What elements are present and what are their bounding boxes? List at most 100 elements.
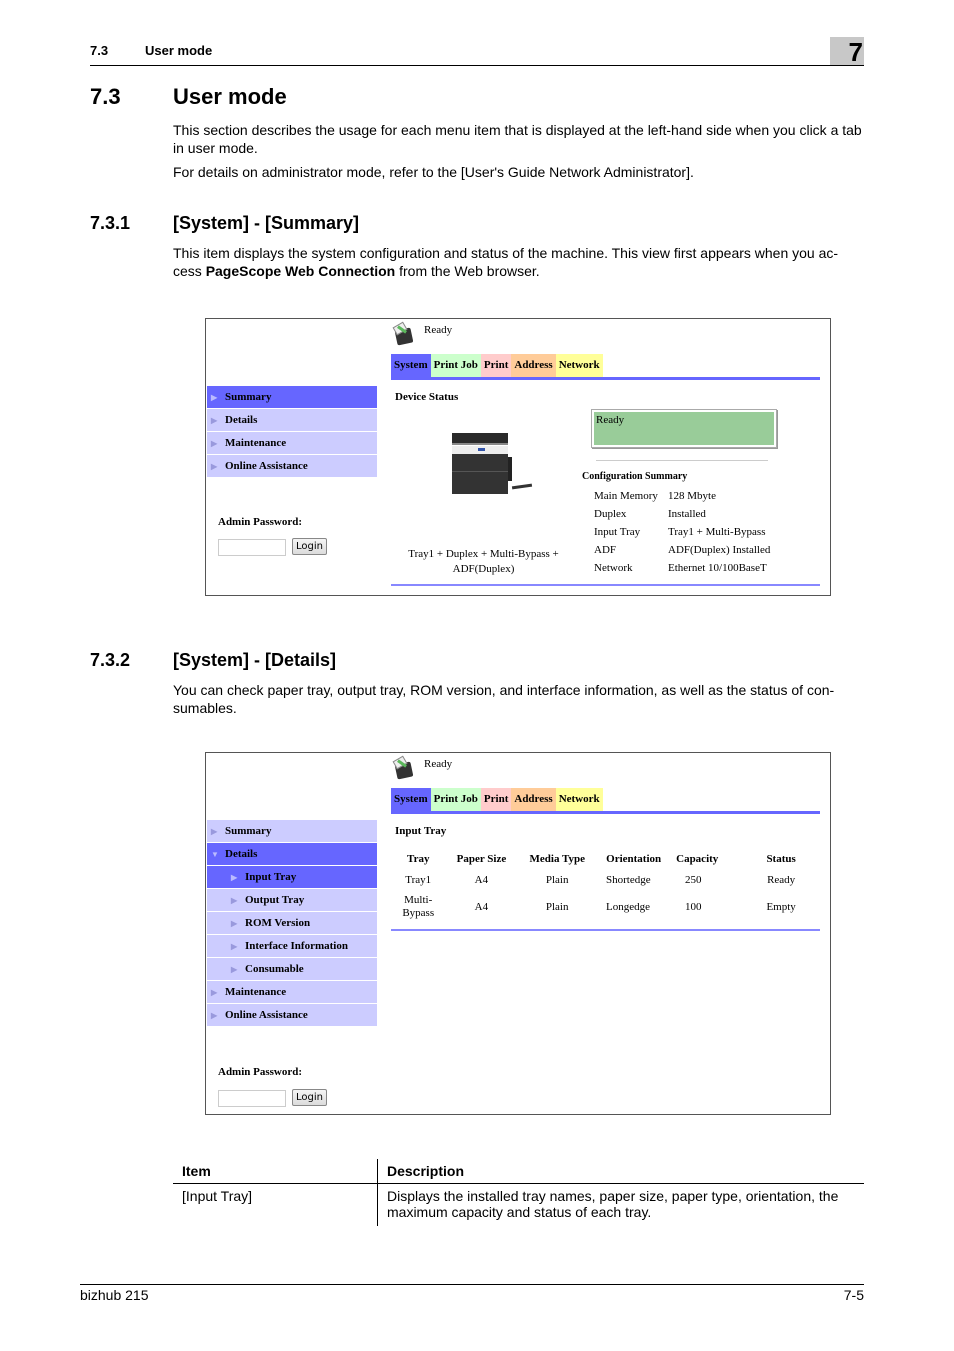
menu-item-online-assistance[interactable]: ▶ Online Assistance: [207, 1004, 377, 1026]
description-table: Item Description [Input Tray] Displays t…: [173, 1159, 864, 1226]
menu-item-consumable[interactable]: ▶ Consumable: [207, 958, 377, 980]
menu-item-summary[interactable]: ▶ Summary: [207, 820, 377, 842]
cell-tray: Multi- Bypass: [392, 894, 444, 920]
admin-password-input[interactable]: [218, 539, 286, 556]
menu-item-online-assistance[interactable]: ▶ Online Assistance: [207, 455, 377, 477]
header-section-title: User mode: [145, 43, 213, 58]
tab-system[interactable]: System: [391, 788, 431, 811]
section-number: 7.3: [90, 84, 121, 109]
column-header-item: Item: [182, 1163, 211, 1179]
menu-item-summary[interactable]: ▶ Summary: [207, 386, 377, 408]
tab-address[interactable]: Address: [511, 788, 556, 811]
status-message: Ready: [594, 412, 774, 445]
subsection-number: 7.3.1: [90, 213, 131, 233]
tab-print[interactable]: Print: [480, 354, 512, 377]
printer-status-icon: [392, 755, 416, 781]
admin-password-label: Admin Password:: [218, 516, 303, 528]
subsection-paragraph: You can check paper tray, output tray, R…: [173, 682, 835, 716]
tab-print-job[interactable]: Print Job: [430, 788, 481, 811]
table-header-row: Tray Paper Size Media Type Orientation C…: [392, 849, 820, 869]
running-header: 7.3 User mode 7: [90, 37, 864, 67]
table-row: [Input Tray] Displays the installed tray…: [173, 1184, 864, 1226]
paragraph-text: from the Web browser.: [395, 263, 540, 279]
menu-item-details[interactable]: ▼ Details: [207, 843, 377, 865]
cell-status: Ready: [767, 874, 796, 886]
config-key: ADF: [594, 544, 617, 556]
arrow-right-icon: ▶: [231, 872, 238, 882]
arrow-right-icon: ▶: [211, 1010, 218, 1020]
config-value: ADF(Duplex) Installed: [668, 544, 771, 556]
menu-item-details[interactable]: ▶ Details: [207, 409, 377, 431]
login-button[interactable]: Login: [292, 1089, 327, 1106]
details-screenshot: Ready System Print Job Print Address Net…: [205, 752, 831, 1115]
tab-network[interactable]: Network: [555, 354, 603, 377]
menu-label: Online Assistance: [225, 460, 308, 472]
caption-line: Tray1 + Duplex + Multi-Bypass +: [408, 548, 559, 560]
column-header: Status: [766, 853, 796, 865]
admin-password-label: Admin Password:: [218, 1066, 303, 1078]
input-tray-table: Tray Paper Size Media Type Orientation C…: [392, 849, 820, 923]
config-key: Duplex: [594, 508, 627, 520]
arrow-right-icon: ▶: [231, 895, 238, 905]
cell-status: Empty: [766, 901, 796, 913]
cell-media-type: Plain: [545, 874, 569, 886]
arrow-right-icon: ▶: [211, 392, 218, 402]
content-bottom-rule: [391, 929, 820, 931]
divider: [596, 460, 768, 461]
column-header: Tray: [407, 853, 430, 865]
status-text: Ready: [424, 324, 453, 336]
cell-media-type: Plain: [545, 901, 569, 913]
menu-label: Output Tray: [245, 894, 305, 906]
device-configuration-caption: Tray1 + Duplex + Multi-Bypass + ADF(Dupl…: [391, 547, 576, 577]
menu-item-maintenance[interactable]: ▶ Maintenance: [207, 432, 377, 454]
config-row: Network Ethernet 10/100BaseT: [594, 562, 770, 580]
tab-address[interactable]: Address: [511, 354, 556, 377]
subsection-title: [System] - [Summary]: [173, 213, 360, 233]
cell-capacity: 100: [684, 901, 702, 913]
device-image: [452, 433, 533, 495]
menu-label: Interface Information: [245, 940, 348, 952]
arrow-right-icon: ▶: [211, 461, 218, 471]
menu-item-interface-information[interactable]: ▶ Interface Information: [207, 935, 377, 957]
config-row: ADF ADF(Duplex) Installed: [594, 544, 770, 562]
menu-label: Details: [225, 848, 258, 860]
arrow-right-icon: ▶: [211, 826, 218, 836]
arrow-right-icon: ▶: [231, 964, 238, 974]
menu-item-maintenance[interactable]: ▶ Maintenance: [207, 981, 377, 1003]
section-title: User mode: [173, 84, 287, 109]
summary-screenshot: Ready System Print Job Print Address Net…: [205, 318, 831, 596]
header-section-number: 7.3: [90, 43, 109, 58]
config-row: Input Tray Tray1 + Multi-Bypass: [594, 526, 770, 544]
printer-status-icon: [392, 321, 416, 347]
tab-print[interactable]: Print: [480, 788, 512, 811]
config-value: 128 Mbyte: [668, 490, 716, 502]
subsection-paragraph: This item displays the system configurat…: [173, 244, 865, 280]
config-value: Tray1 + Multi-Bypass: [668, 526, 766, 538]
column-header: Orientation: [606, 853, 662, 865]
product-name: bizhub 215: [80, 1287, 149, 1303]
arrow-right-icon: ▶: [231, 918, 238, 928]
page-number: 7-5: [843, 1287, 864, 1303]
device-status-indicator: Ready: [392, 755, 452, 781]
admin-password-input[interactable]: [218, 1090, 286, 1107]
tab-print-job[interactable]: Print Job: [430, 354, 481, 377]
menu-item-output-tray[interactable]: ▶ Output Tray: [207, 889, 377, 911]
column-header: Paper Size: [456, 853, 507, 865]
cell-capacity: 250: [684, 874, 702, 886]
config-key: Network: [594, 562, 633, 574]
menu-item-rom-version[interactable]: ▶ ROM Version: [207, 912, 377, 934]
tab-network[interactable]: Network: [555, 788, 603, 811]
cell-item: [Input Tray]: [182, 1188, 253, 1204]
login-button[interactable]: Login: [292, 538, 327, 555]
cell-orientation: Shortedge: [606, 874, 651, 886]
table-row: Tray1 A4 Plain Shortedge 250 Ready: [392, 869, 820, 891]
menu-label: Input Tray: [245, 871, 297, 883]
menu-label: Summary: [225, 391, 272, 403]
side-menu: ▶ Summary ▼ Details ▶ Input Tray ▶ Output Tr…: [207, 820, 377, 1027]
status-message-box: Ready: [591, 409, 777, 448]
config-key: Main Memory: [594, 490, 658, 502]
subsection-title: [System] - [Details]: [173, 650, 337, 670]
tab-system[interactable]: System: [391, 354, 431, 377]
menu-label: Online Assistance: [225, 1009, 308, 1021]
menu-item-input-tray[interactable]: ▶ Input Tray: [207, 866, 377, 888]
